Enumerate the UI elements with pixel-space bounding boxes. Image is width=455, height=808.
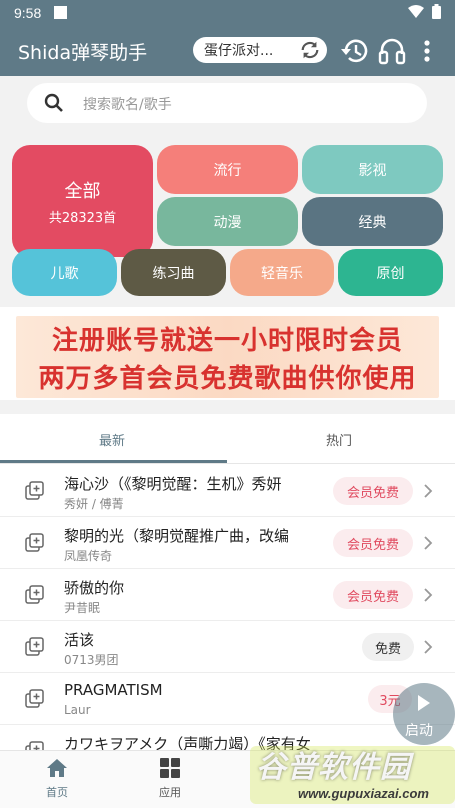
home-icon [47, 759, 67, 777]
chevron-right-icon [424, 484, 433, 498]
song-title: 黎明的光（黎明觉醒推广曲，改编 [64, 527, 290, 545]
watermark-url: www.gupuxiazai.com [298, 786, 429, 801]
song-title: 活该 [64, 631, 95, 649]
chevron-right-icon [424, 588, 433, 602]
song-title: 骄傲的你 [64, 579, 125, 597]
list-item[interactable]: 海心沙（《黎明觉醒：生机》秀妍 秀妍 / 傅菁 会员免费 [0, 465, 455, 517]
notification-icon [54, 6, 67, 19]
category-all-label: 全部 [64, 180, 101, 202]
add-to-queue-icon[interactable] [25, 481, 45, 501]
watermark: 谷普软件园 www.gupuxiazai.com [250, 742, 455, 808]
list-item[interactable]: 黎明的光（黎明觉醒推广曲，改编 凤凰传奇 会员免费 [0, 517, 455, 569]
song-artist: Laur [64, 703, 91, 717]
song-artist: 秀妍 / 傅菁 [64, 497, 124, 511]
category-etude[interactable]: 练习曲 [121, 249, 226, 296]
category-pop[interactable]: 流行 [157, 145, 298, 194]
list-item[interactable]: PRAGMATISM Laur 3元 [0, 673, 455, 725]
category-all-count: 共28323首 [48, 210, 117, 226]
nav-home-label: 首页 [46, 786, 68, 799]
tab-indicator [0, 460, 227, 463]
section-divider [0, 400, 455, 414]
category-children[interactable]: 儿歌 [12, 249, 117, 296]
category-label: 影视 [358, 162, 387, 179]
add-to-queue-icon[interactable] [25, 689, 45, 709]
category-grid: 全部 共28323首 流行 影视 动漫 经典 儿歌 练习曲 轻音乐 原创 [0, 132, 455, 307]
wifi-icon [408, 4, 424, 18]
category-all[interactable]: 全部 共28323首 [12, 145, 153, 257]
list-item[interactable]: 活该 0713男团 免费 [0, 621, 455, 673]
nav-apps-label: 应用 [159, 786, 181, 799]
nav-home[interactable]: 首页 [27, 757, 87, 800]
category-label: 练习曲 [152, 265, 195, 282]
app-title: Shida弹琴助手 [18, 42, 148, 64]
start-label: 启动 [405, 723, 433, 739]
category-label: 原创 [376, 265, 405, 282]
tab-hot[interactable]: 热门 [326, 430, 352, 449]
chevron-right-icon [424, 640, 433, 654]
category-film[interactable]: 影视 [302, 145, 443, 194]
search-section: 搜索歌名/歌手 [0, 76, 455, 132]
status-time: 9:58 [14, 5, 42, 21]
start-button[interactable]: 启动 [393, 683, 455, 745]
song-artist: 0713男团 [64, 653, 119, 667]
play-icon [418, 695, 430, 711]
song-artist: 凤凰传奇 [64, 549, 113, 563]
category-light-music[interactable]: 轻音乐 [230, 249, 334, 296]
category-label: 流行 [213, 162, 242, 179]
category-original[interactable]: 原创 [338, 249, 443, 296]
price-badge: 会员免费 [333, 529, 413, 557]
current-song-label: 蛋仔派对... [204, 43, 274, 59]
song-artist: 尹昔眠 [64, 601, 101, 615]
history-icon[interactable] [339, 36, 371, 66]
headphones-icon[interactable] [378, 36, 406, 66]
banner-line-1: 注册账号就送一小时限时会员 [51, 326, 403, 356]
status-bar: 9:58 [0, 0, 455, 28]
price-badge: 免费 [362, 633, 414, 661]
tab-latest[interactable]: 最新 [99, 430, 125, 449]
chevron-right-icon [424, 536, 433, 550]
category-label: 轻音乐 [261, 265, 303, 282]
song-tabs: 最新 热门 [0, 414, 455, 464]
search-placeholder: 搜索歌名/歌手 [83, 97, 172, 113]
add-to-queue-icon[interactable] [25, 533, 45, 553]
refresh-icon[interactable] [299, 39, 321, 61]
banner-line-2: 两万多首会员免费歌曲供你使用 [38, 364, 417, 394]
search-icon [44, 93, 63, 112]
add-to-queue-icon[interactable] [25, 585, 45, 605]
song-title: 海心沙（《黎明觉醒：生机》秀妍 [64, 475, 282, 493]
category-label: 儿歌 [50, 265, 79, 282]
app-bar: Shida弹琴助手 蛋仔派对... [0, 28, 455, 76]
list-item[interactable]: 骄傲的你 尹昔眠 会员免费 [0, 569, 455, 621]
price-badge: 会员免费 [333, 477, 413, 505]
add-to-queue-icon[interactable] [25, 637, 45, 657]
current-song-selector[interactable]: 蛋仔派对... [193, 37, 327, 63]
category-label: 动漫 [213, 214, 242, 231]
price-badge: 会员免费 [333, 581, 413, 609]
category-anime[interactable]: 动漫 [157, 197, 298, 246]
song-title: PRAGMATISM [64, 681, 163, 699]
battery-icon [432, 4, 441, 19]
category-label: 经典 [358, 214, 387, 231]
nav-apps[interactable]: 应用 [140, 757, 200, 800]
apps-icon [160, 758, 180, 778]
more-vert-icon[interactable] [421, 36, 433, 66]
category-classic[interactable]: 经典 [302, 197, 443, 246]
watermark-text: 谷普软件园 [256, 750, 411, 785]
system-icons [408, 4, 441, 19]
promo-banner[interactable]: 注册账号就送一小时限时会员 两万多首会员免费歌曲供你使用 [16, 316, 439, 398]
search-input[interactable]: 搜索歌名/歌手 [27, 83, 427, 123]
